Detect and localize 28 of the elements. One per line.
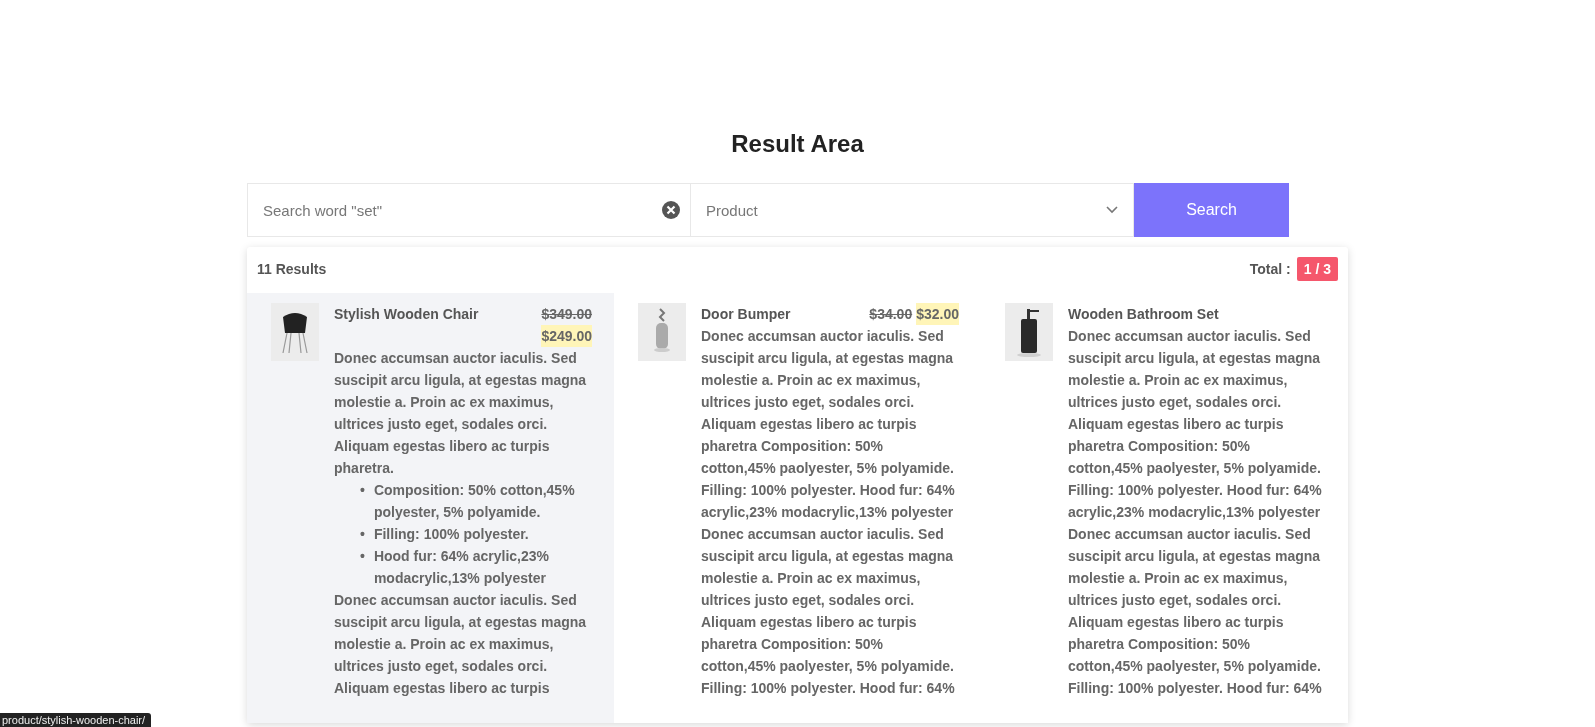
product-description: Donec accumsan auctor iaculis. Sed suscipit arcu ligula, at egestas magna molestie a. Proin ac ex maximus, ultrices justo eget, sodales orci. Aliquam egestas libero ac turpis pharetra Composition: 50% cotton,45% paolyester, 5% polyamide. Filling: 100% polyester. Hood fur: 64% acrylic,23% modacrylic,13% polyester Donec accumsan auctor iaculis. Sed suscipit arcu ligula, at egestas magna molestie a. Proin ac ex maximus, ultrices justo eget, sodales orci. Aliquam egestas libero ac turpis pharetra Composition: 50% cotton,45% paolyester, 5% polyamide. Filling: 100% polyester. Hood fur: 64% (1068, 327, 1323, 698)
page-title: Result Area (731, 130, 864, 158)
spec-item: Hood fur: 64% acrylic,23% modacrylic,13% polyester (373, 547, 550, 588)
category-select[interactable]: Product (691, 183, 1134, 237)
old-price: $349.00 (541, 305, 592, 324)
product-description: Donec accumsan auctor iaculis. Sed suscipit arcu ligula, at egestas magna molestie a. Proin ac ex maximus, ultrices justo eget, sodales orci. Aliquam egestas libero ac turpis pharetra. (334, 349, 588, 478)
spec-item: Filling: 100% polyester. (373, 525, 530, 544)
bullet-mark: • (360, 547, 365, 566)
product-description: Donec accumsan auctor iaculis. Sed suscipit arcu ligula, at egestas magna molestie a. Proin ac ex maximus, ultrices justo eget, sodales orci. Aliquam egestas libero ac turpis (334, 591, 588, 698)
product-description: Donec accumsan auctor iaculis. Sed suscipit arcu ligula, at egestas magna molestie a. Proin ac ex maximus, ultrices justo eget, sodales orci. Aliquam egestas libero ac turpis pharetra Composition: 50% cotton,45% paolyester, 5% polyamide. Filling: 100% polyester. Hood fur: 64% acrylic,23% modacrylic,13% polyester Donec accumsan auctor iaculis. Sed suscipit arcu ligula, at egestas magna molestie a. Proin ac ex maximus, ultrices justo eget, sodales orci. Aliquam egestas libero ac turpis pharetra Composition: 50% cotton,45% paolyester, 5% polyamide. Filling: 100% polyester. Hood fur: 64% (701, 327, 956, 698)
page-badge: 1 / 3 (1296, 257, 1338, 281)
bullet-mark: • (360, 481, 365, 500)
old-price: $34.00 (869, 305, 913, 324)
spec-item: Composition: 50% cotton,45% polyester, 5% polyamide. (373, 481, 576, 522)
result-count: 11 Results (257, 261, 327, 277)
result-card[interactable] (247, 293, 614, 723)
status-url: product/stylish-wooden-chair/ (0, 713, 152, 727)
sale-price: $249.00 (541, 325, 592, 347)
product-name[interactable]: Wooden Bathroom Set (1068, 303, 1219, 325)
total-label: Total : (1249, 261, 1291, 277)
product-name[interactable]: Stylish Wooden Chair (334, 303, 479, 347)
clear-icon[interactable] (661, 200, 681, 220)
product-name[interactable]: Door Bumper (701, 303, 791, 325)
bullet-mark: • (360, 525, 365, 544)
search-field[interactable]: Search word "set" (247, 183, 691, 237)
search-button[interactable]: Search (1134, 183, 1289, 237)
sale-price: $32.00 (916, 303, 959, 325)
chevron-down-icon (1106, 206, 1118, 214)
